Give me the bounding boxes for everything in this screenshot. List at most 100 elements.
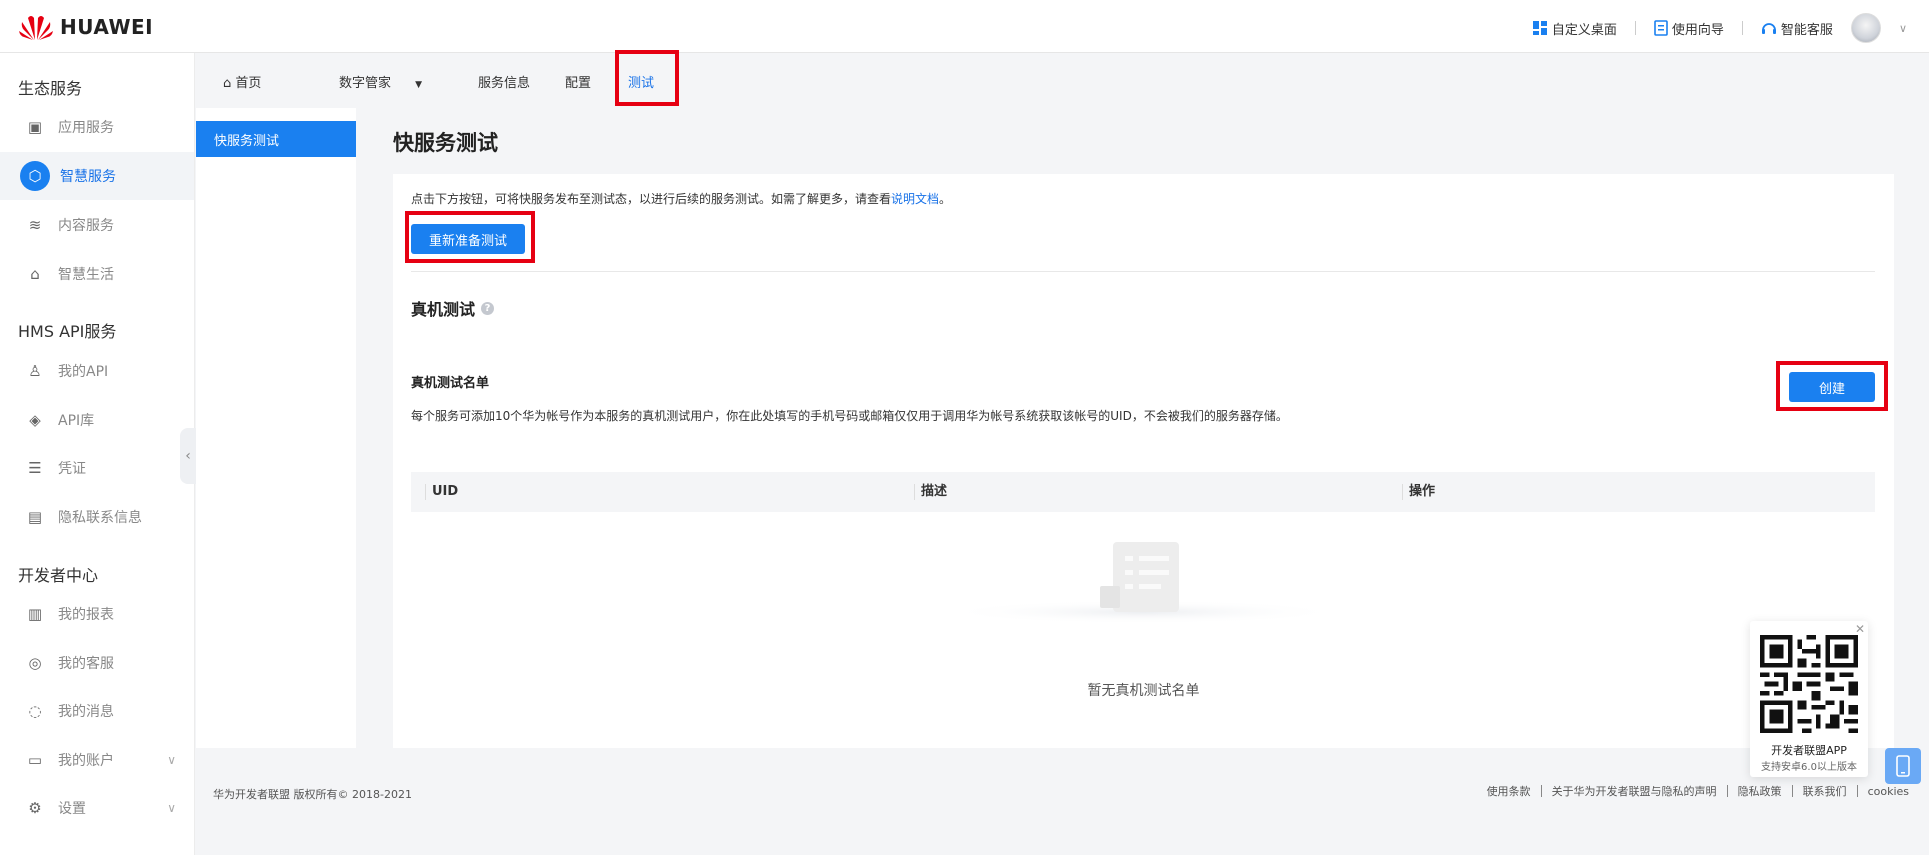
brand-name: HUAWEI xyxy=(60,15,154,39)
tab-service-info[interactable]: 服务信息 xyxy=(478,72,530,91)
avatar[interactable] xyxy=(1850,13,1881,43)
chevron-left-icon: ‹ xyxy=(185,448,191,464)
guide-label: 使用向导 xyxy=(1671,22,1724,38)
chevron-down-icon[interactable]: ∨ xyxy=(1899,22,1907,35)
qr-code-icon xyxy=(1760,635,1858,733)
cube-icon: ◈ xyxy=(29,411,41,429)
sidebar-item-my-messages[interactable]: ◌ 我的消息 xyxy=(0,687,194,735)
qr-subtitle: 支持安卓6.0以上版本 xyxy=(1761,762,1857,773)
footer-link-terms[interactable]: 使用条款 xyxy=(1477,783,1541,799)
guide-icon xyxy=(1654,20,1668,36)
header-links: 自定义桌面 使用向导 智能客服 ∨ xyxy=(1532,13,1907,43)
help-icon[interactable]: ? xyxy=(481,301,495,315)
tab-digital-steward[interactable]: 数字管家 ▼ xyxy=(339,72,422,91)
sidebar-item-label: 我的账户 xyxy=(58,753,114,769)
sidebar-item-label: 应用服务 xyxy=(58,120,114,136)
sidebar-item-credential[interactable]: ☰ 凭证 xyxy=(0,444,194,492)
huawei-logo[interactable]: HUAWEI xyxy=(18,12,153,42)
wallet-icon: ▭ xyxy=(27,751,43,769)
sidebar-item-api-library[interactable]: ◈ API库 xyxy=(0,396,194,444)
mobile-app-button[interactable] xyxy=(1885,748,1921,784)
chevron-down-icon: ∨ xyxy=(167,801,176,815)
chart-icon: ▥ xyxy=(27,605,43,623)
app-qr-panel: ✕ 开发者联盟APP 支持安卓6.0以上版本 xyxy=(1750,621,1868,777)
sidebar-item-label: 我的消息 xyxy=(58,704,114,720)
reprepare-test-button[interactable]: 重新准备测试 xyxy=(411,224,525,254)
sidebar-item-my-account[interactable]: ▭ 我的账户 ∨ xyxy=(0,736,194,784)
column-header-actions: 操作 xyxy=(1402,484,1435,500)
column-header-uid: UID xyxy=(425,484,458,500)
test-description: 点击下方按钮，可将快服务发布至测试态，以进行后续的服务测试。如需了解更多，请查看… xyxy=(411,190,951,207)
service-subnav: ⌂ 首页 数字管家 ▼ 服务信息 配置 测试 xyxy=(196,53,1929,107)
headset-icon xyxy=(1761,23,1776,34)
caret-down-icon: ▼ xyxy=(415,80,423,90)
sidebar-group-dev-center: 开发者中心 xyxy=(18,566,99,585)
phone-icon xyxy=(1896,755,1910,777)
sidebar-item-app-service[interactable]: ▣ 应用服务 xyxy=(0,103,194,151)
tab-home-label: 首页 xyxy=(235,76,262,91)
home-icon: ⌂ xyxy=(223,76,232,91)
footer-link-contact[interactable]: 联系我们 xyxy=(1793,783,1857,799)
doc-link[interactable]: 说明文档 xyxy=(891,192,939,206)
test-list-description: 每个服务可添加10个华为帐号作为本服务的真机测试用户，你在此处填写的手机号码或邮… xyxy=(411,409,1288,423)
empty-state-text: 暂无真机测试名单 xyxy=(1087,683,1200,699)
message-icon: ◌ xyxy=(28,702,42,720)
chevron-down-icon: ∨ xyxy=(167,753,176,767)
left-sidebar: 生态服务 ▣ 应用服务 ⬡ 智慧服务 ≋ 内容服务 ⌂ 智慧生活 HMS API… xyxy=(0,53,195,855)
footer-link-privacy-statement[interactable]: 关于华为开发者联盟与隐私的声明 xyxy=(1542,783,1727,799)
sidebar-item-label: 我的API xyxy=(58,364,109,380)
sidebar-item-label: API库 xyxy=(58,413,95,429)
smart-support-link[interactable]: 智能客服 xyxy=(1761,19,1833,38)
menu-item-quick-service-test[interactable]: 快服务测试 xyxy=(196,121,356,157)
create-button[interactable]: 创建 xyxy=(1789,372,1875,402)
sidebar-group-ecosystem: 生态服务 xyxy=(18,79,83,98)
sidebar-item-label: 设置 xyxy=(58,801,86,817)
sidebar-item-content-service[interactable]: ≋ 内容服务 xyxy=(0,201,194,249)
sidebar-item-label: 智慧服务 xyxy=(60,169,116,185)
footer-link-privacy-policy[interactable]: 隐私政策 xyxy=(1728,783,1792,799)
tab-config[interactable]: 配置 xyxy=(565,72,591,91)
sidebar-item-label: 智慧生活 xyxy=(58,267,114,283)
custom-desktop-link[interactable]: 自定义桌面 xyxy=(1532,19,1617,38)
sidebar-item-privacy-contact[interactable]: ▤ 隐私联系信息 xyxy=(0,493,194,541)
tab-home[interactable]: ⌂ 首页 xyxy=(223,72,261,91)
sidebar-item-smart-service[interactable]: ⬡ 智慧服务 xyxy=(0,152,194,200)
credential-icon: ☰ xyxy=(28,459,42,477)
section-title: 真机测试 ? xyxy=(411,296,495,320)
test-card: 点击下方按钮，可将快服务发布至测试态，以进行后续的服务测试。如需了解更多，请查看… xyxy=(393,174,1894,748)
secondary-menu: 快服务测试 xyxy=(196,108,356,748)
guide-link[interactable]: 使用向导 xyxy=(1654,19,1724,38)
dashboard-icon xyxy=(1532,21,1547,35)
divider xyxy=(411,271,1875,272)
tab-test[interactable]: 测试 xyxy=(628,72,654,91)
privacy-icon: ▤ xyxy=(27,508,43,526)
close-icon[interactable]: ✕ xyxy=(1855,622,1865,636)
qr-title: 开发者联盟APP xyxy=(1771,744,1847,757)
sidebar-collapse-handle[interactable]: ‹ xyxy=(180,428,196,484)
huawei-flower-icon xyxy=(19,16,53,40)
smart-support-label: 智能客服 xyxy=(1780,22,1833,38)
sidebar-item-label: 隐私联系信息 xyxy=(58,510,142,526)
sidebar-item-settings[interactable]: ⚙ 设置 ∨ xyxy=(0,784,194,832)
gear-icon: ⚙ xyxy=(28,799,42,817)
page-title: 快服务测试 xyxy=(393,131,498,155)
top-header: HUAWEI 自定义桌面 使用向导 智能客服 ∨ xyxy=(0,0,1929,53)
footer-links: 使用条款 关于华为开发者联盟与隐私的声明 隐私政策 联系我们 cookies xyxy=(1477,783,1919,799)
sidebar-item-label: 凭证 xyxy=(58,461,86,477)
support-icon: ◎ xyxy=(28,654,42,672)
sidebar-item-my-reports[interactable]: ▥ 我的报表 xyxy=(0,590,194,638)
sidebar-item-label: 内容服务 xyxy=(58,218,114,234)
sidebar-item-my-api[interactable]: ♙ 我的API xyxy=(0,347,194,395)
sidebar-item-label: 我的客服 xyxy=(58,656,114,672)
sidebar-item-my-support[interactable]: ◎ 我的客服 xyxy=(0,639,194,687)
header-separator xyxy=(1741,21,1743,35)
table-header: UID 描述 操作 xyxy=(411,472,1875,512)
tab-digital-steward-label: 数字管家 xyxy=(339,76,392,91)
description-text: 点击下方按钮，可将快服务发布至测试态，以进行后续的服务测试。如需了解更多，请查看 xyxy=(411,192,892,206)
empty-list-illustration xyxy=(943,542,1343,624)
sidebar-item-label: 我的报表 xyxy=(58,607,114,623)
footer-link-cookies[interactable]: cookies xyxy=(1858,785,1919,798)
sidebar-item-smart-life[interactable]: ⌂ 智慧生活 xyxy=(0,250,194,298)
smart-service-icon: ⬡ xyxy=(20,161,50,191)
sidebar-group-hms-api: HMS API服务 xyxy=(18,322,117,341)
